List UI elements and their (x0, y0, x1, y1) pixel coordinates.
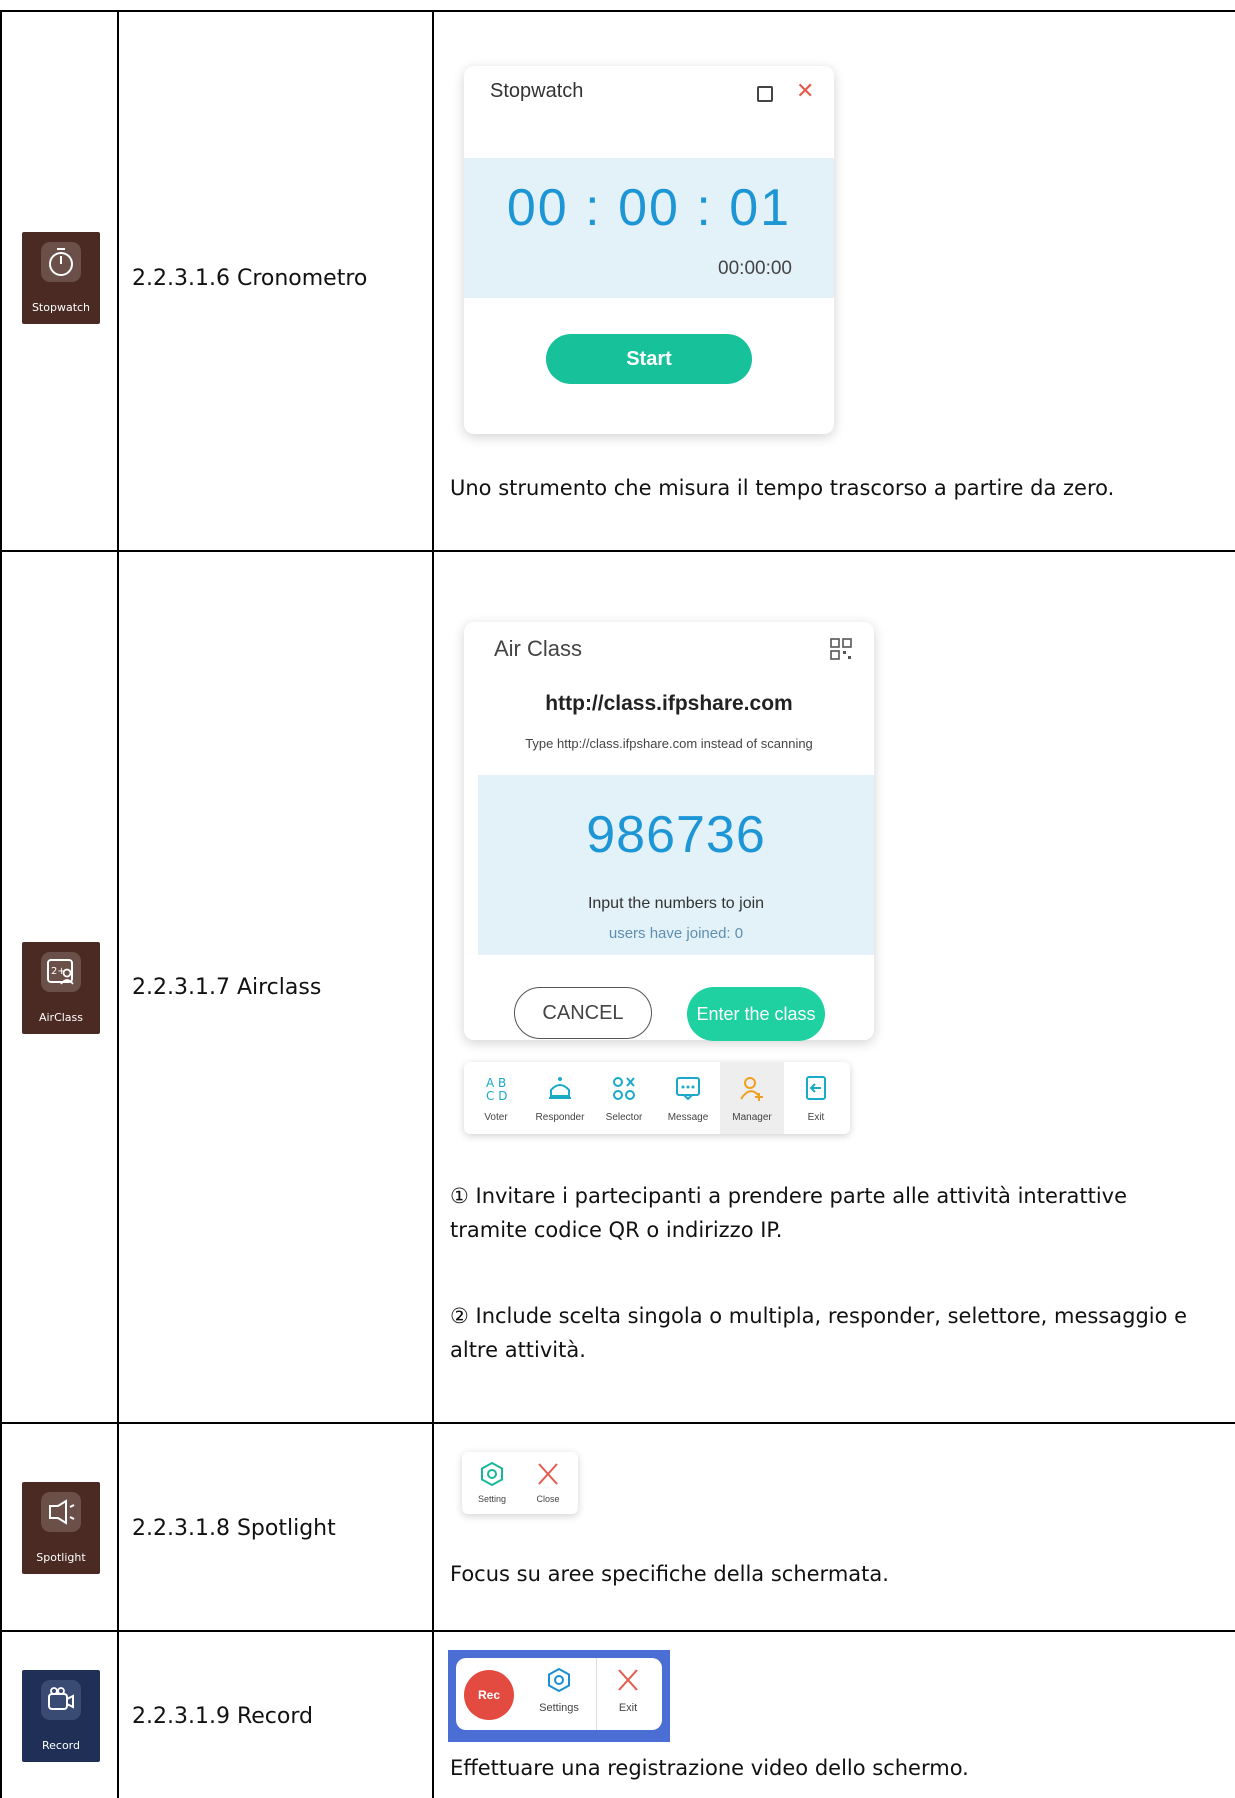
spotlight-setting[interactable]: Setting (464, 1452, 520, 1514)
spotlight-close[interactable]: Close (520, 1452, 576, 1514)
description-airclass-2: ② Include scelta singola o multipla, res… (450, 1304, 1188, 1362)
row-divider-1 (0, 550, 1235, 552)
voter-icon: A BC D (486, 1076, 507, 1102)
toolbar-voter[interactable]: A BC D Voter (464, 1062, 528, 1134)
close-icon (538, 1463, 558, 1485)
record-toolbar-frame: Rec Settings Exit (448, 1650, 670, 1742)
start-button[interactable]: Start (546, 334, 752, 384)
selector-icon (613, 1077, 635, 1100)
description-spotlight: Focus su aree specifiche della schermata… (450, 1562, 889, 1586)
col-divider-2 (432, 10, 434, 1798)
toolbar-selector[interactable]: Selector (592, 1062, 656, 1134)
enter-class-button[interactable]: Enter the class (687, 987, 825, 1041)
toolbar-responder[interactable]: Responder (528, 1062, 592, 1134)
row-divider-2 (0, 1422, 1235, 1424)
section-title-record: 2.2.3.1.9 Record (132, 1704, 313, 1729)
exit-icon (806, 1076, 826, 1100)
record-icon (41, 1680, 81, 1720)
svg-text:A B: A B (486, 1076, 506, 1090)
toolbar-message[interactable]: Message (656, 1062, 720, 1134)
stopwatch-app-icon[interactable]: Stopwatch (22, 232, 100, 324)
stopwatch-title: Stopwatch (490, 80, 584, 102)
airclass-users-count: users have joined: 0 (608, 925, 744, 942)
rec-button[interactable]: Rec (464, 1670, 514, 1720)
toolbar-manager[interactable]: Manager (720, 1062, 784, 1134)
airclass-title: Air Class (494, 636, 583, 661)
manager-icon (740, 1077, 763, 1101)
airclass-hint: Type http://class.ifpshare.com instead o… (525, 736, 813, 751)
spotlight-icon (41, 1492, 81, 1532)
table-left-border (0, 10, 2, 1798)
airclass-code: 986736 (586, 806, 766, 864)
maximize-icon[interactable] (757, 86, 773, 102)
stopwatch-time-sub: 00:00:00 (718, 258, 792, 279)
airclass-url: http://class.ifpshare.com (545, 692, 793, 715)
record-toolbar: Rec Settings Exit (456, 1658, 662, 1730)
exit-x-icon (618, 1669, 638, 1691)
airclass-widget: Air Class http://class.ifpshare.com Type… (464, 622, 874, 1041)
qr-code-icon[interactable] (830, 638, 852, 665)
description-airclass-1: ① Invitare i partecipanti a prendere par… (450, 1184, 1128, 1242)
app-icon-label: AirClass (38, 1011, 84, 1024)
record-exit[interactable]: Exit (596, 1658, 659, 1730)
section-title-spotlight: 2.2.3.1.8 Spotlight (132, 1516, 336, 1541)
record-settings[interactable]: Settings (528, 1658, 590, 1730)
section-title-airclass: 2.2.3.1.7 Airclass (132, 975, 322, 1000)
table-top-border (0, 10, 1235, 12)
app-icon-label: Record (41, 1739, 80, 1752)
setting-icon (481, 1461, 503, 1487)
app-icon-label: Spotlight (36, 1551, 86, 1564)
spotlight-app-icon[interactable]: Spotlight (22, 1482, 100, 1574)
section-title-stopwatch: 2.2.3.1.6 Cronometro (132, 266, 368, 291)
stopwatch-display: 00 : 00 : 01 00:00:00 (464, 158, 834, 298)
message-icon (676, 1077, 700, 1101)
description-record: Effettuare una registrazione video dello… (450, 1756, 969, 1780)
airclass-join-text: Input the numbers to join (587, 895, 765, 912)
col-divider-1 (117, 10, 119, 1798)
airclass-toolbar: A BC D Voter Responder Selector Message … (464, 1062, 850, 1134)
spotlight-toolbar: Setting Close (462, 1452, 578, 1514)
toolbar-exit[interactable]: Exit (784, 1062, 848, 1134)
stopwatch-widget: Stopwatch ✕ 00 : 00 : 01 00:00:00 Start (464, 66, 834, 434)
stopwatch-icon (41, 242, 81, 282)
description-stopwatch: Uno strumento che misura il tempo trasco… (450, 476, 1115, 500)
stopwatch-time-main: 00 : 00 : 01 (506, 179, 792, 237)
airclass-code-panel: 986736 Input the numbers to join users h… (478, 775, 874, 955)
airclass-app-icon[interactable]: 2+ AirClass (22, 942, 100, 1034)
responder-icon (549, 1077, 571, 1099)
svg-text:C D: C D (486, 1089, 507, 1102)
airclass-icon: 2+ (41, 952, 81, 992)
settings-icon (548, 1667, 570, 1693)
row-divider-3 (0, 1630, 1235, 1632)
app-icon-label: Stopwatch (31, 301, 91, 314)
close-icon[interactable]: ✕ (796, 78, 814, 104)
record-app-icon[interactable]: Record (22, 1670, 100, 1762)
cancel-button[interactable]: CANCEL (514, 987, 652, 1039)
